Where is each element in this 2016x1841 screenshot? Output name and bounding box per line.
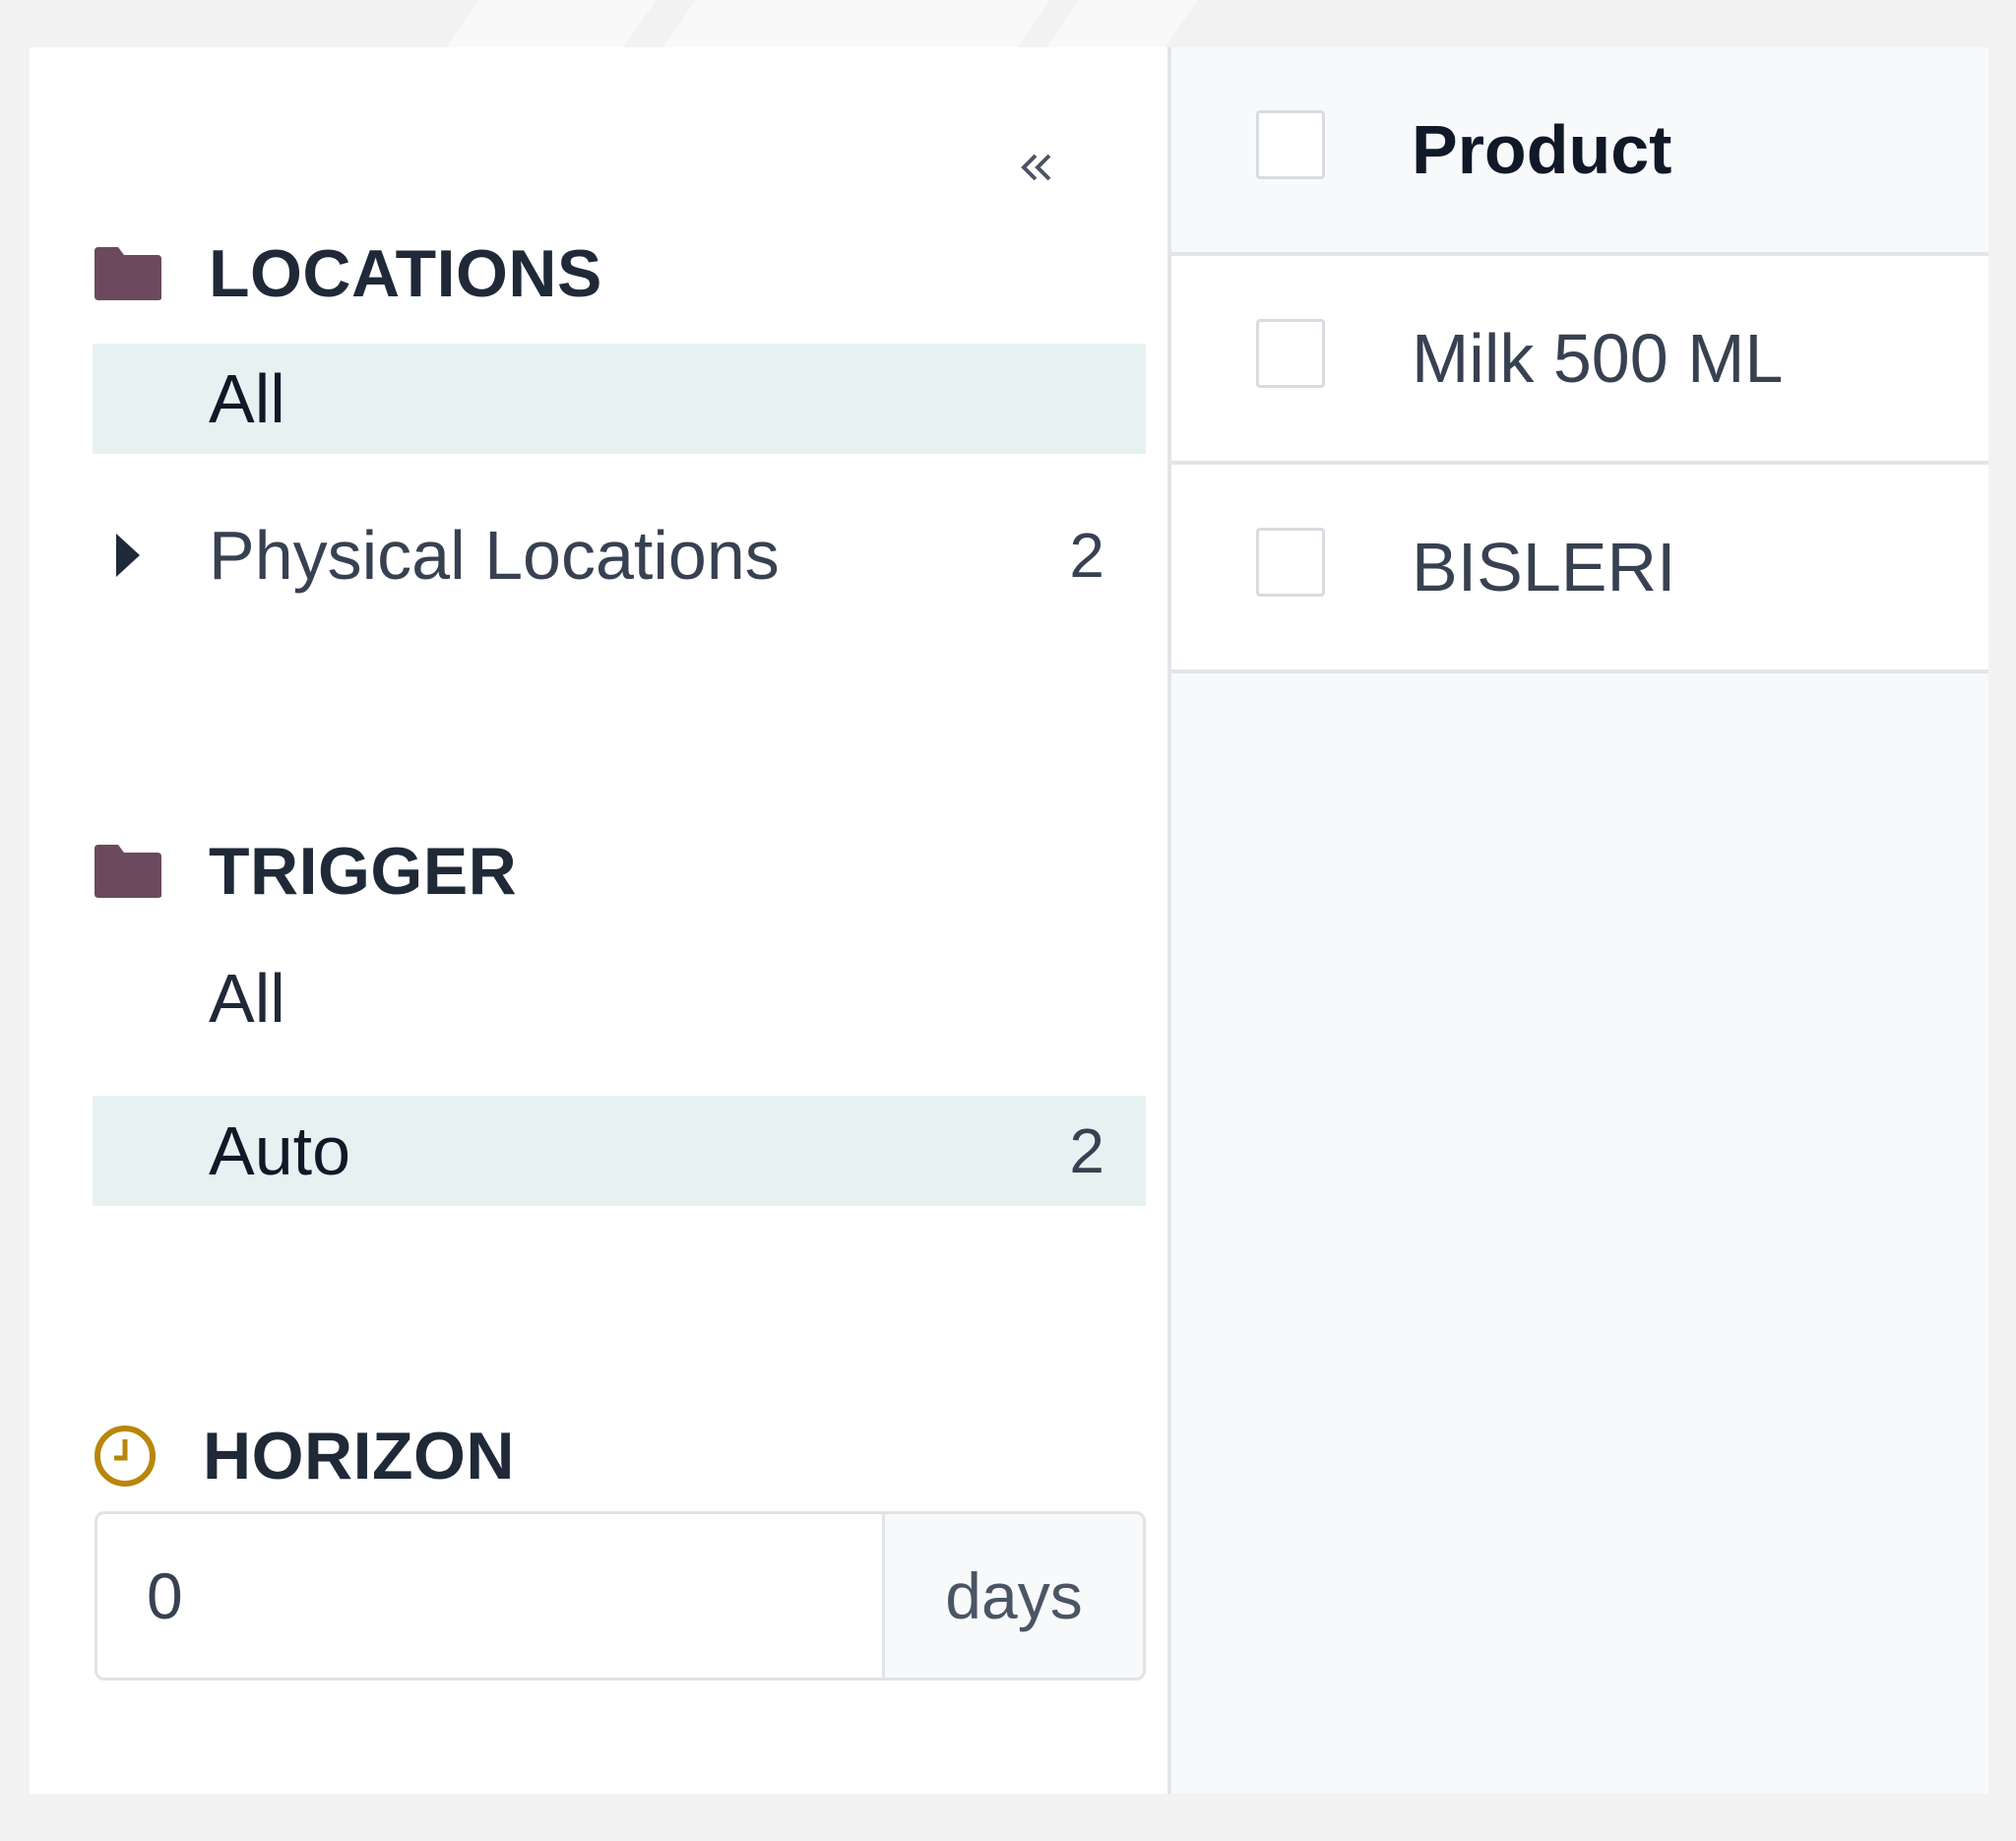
product-list: Product Milk 500 ML BISLERI [1171,47,1988,1794]
horizon-days-field[interactable]: 0 days [94,1511,1146,1681]
filter-sidebar: LOCATIONS All Physical Locations 2 TRIGG… [30,47,1167,1794]
product-cell[interactable]: BISLERI [1412,465,1675,669]
trigger-item-label: Auto [209,1112,350,1189]
horizon-unit-label: days [882,1514,1143,1678]
list-header-row: Product [1171,47,1988,256]
collapse-sidebar-button[interactable] [1006,138,1065,197]
locations-header: LOCATIONS [93,234,602,313]
table-row[interactable]: BISLERI [1171,465,1988,673]
location-item-count: 2 [1069,520,1104,591]
trigger-title: TRIGGER [209,834,518,909]
row-checkbox[interactable] [1256,528,1325,597]
horizon-value-input[interactable]: 0 [97,1514,882,1678]
column-header-product[interactable]: Product [1412,47,1671,252]
main-panel: LOCATIONS All Physical Locations 2 TRIGG… [30,47,1988,1794]
trigger-item-count: 2 [1069,1115,1104,1186]
horizon-header: HORIZON [93,1417,515,1495]
horizon-title: HORIZON [203,1419,516,1493]
trigger-item-all[interactable]: All [93,943,1146,1053]
clock-icon [94,1426,156,1487]
product-cell[interactable]: Milk 500 ML [1412,256,1783,461]
locations-title: LOCATIONS [209,236,602,311]
folder-icon [94,247,161,300]
trigger-item-label: All [209,960,285,1037]
location-item-label: Physical Locations [209,517,780,594]
row-checkbox[interactable] [1256,319,1325,388]
background-stripe [662,0,1050,47]
table-row[interactable]: Milk 500 ML [1171,256,1988,465]
trigger-header: TRIGGER [93,832,517,911]
location-item-physical-locations[interactable]: Physical Locations 2 [93,500,1146,610]
double-chevron-left-icon [1021,154,1051,181]
expand-caret-icon[interactable] [116,534,140,577]
background-stripe [446,0,657,47]
folder-icon [94,845,161,898]
location-item-all[interactable]: All [93,344,1146,454]
background-stripe [1046,0,1198,47]
select-all-checkbox[interactable] [1256,110,1325,179]
trigger-item-auto[interactable]: Auto 2 [93,1096,1146,1206]
location-item-label: All [209,360,285,437]
